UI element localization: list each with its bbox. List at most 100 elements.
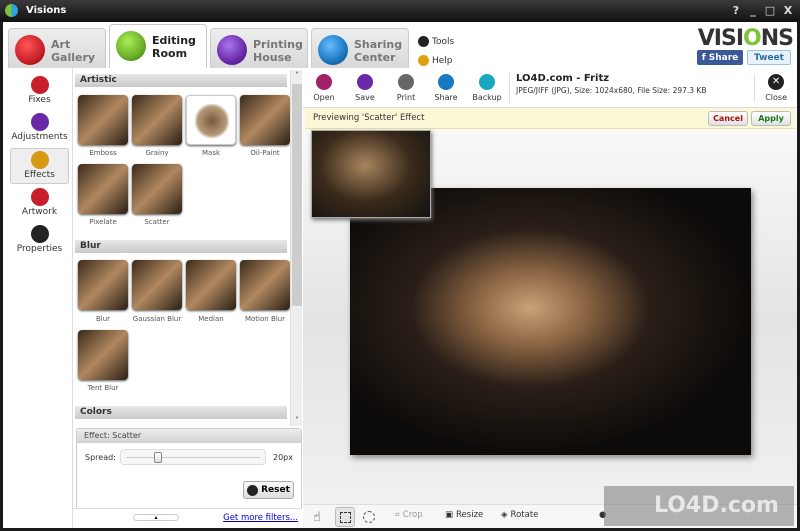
tab-printing-house[interactable]: Printing House [210, 28, 308, 68]
rotate-button[interactable]: ◈ Rotate [501, 510, 538, 520]
filter-label: Gaussian Blur [132, 315, 182, 323]
editor-toolbar: Open Save Print Share Backup LO4D.com - … [303, 68, 797, 108]
filter-median[interactable] [186, 260, 236, 310]
window-title: Visions [26, 5, 67, 16]
tab-art-gallery[interactable]: Art Gallery [8, 28, 106, 68]
filter-label: Pixelate [89, 218, 117, 226]
save-button[interactable]: Save [347, 74, 383, 102]
tab-label: Sharing [354, 38, 403, 51]
section-artistic[interactable]: Artistic [75, 74, 287, 87]
visions-logo: VISIONS [697, 26, 794, 51]
filter-emboss[interactable] [78, 95, 128, 145]
backup-button[interactable]: Backup [469, 74, 505, 102]
fixes-icon [30, 76, 49, 94]
tools-icon [418, 36, 429, 47]
tab-label: Room [152, 47, 188, 60]
rect-select-icon [340, 512, 351, 523]
close-window-button[interactable]: X [781, 4, 795, 17]
file-name: LO4D.com - Fritz [516, 73, 610, 84]
filter-mask[interactable] [186, 95, 236, 145]
effect-settings-panel: Effect: Scatter Spread: 20px Reset [76, 428, 302, 512]
hand-tool-icon[interactable]: ☝ [313, 510, 321, 525]
filter-gaussian-blur[interactable] [132, 260, 182, 310]
help-icon [418, 55, 429, 66]
share-button[interactable]: Share [428, 74, 464, 102]
filter-tent-blur[interactable] [78, 330, 128, 380]
ellipse-select-tool[interactable] [363, 511, 375, 523]
app-window: Visions ? _ □ X Art Gallery Editing Room P… [0, 0, 800, 531]
sidebar-item-effects[interactable]: Effects [10, 148, 69, 184]
gallery-icon [15, 35, 45, 65]
apply-button[interactable]: Apply [751, 111, 791, 126]
filter-label: Motion Blur [244, 315, 286, 323]
save-icon [357, 74, 373, 90]
sidebar-item-properties[interactable]: Properties [10, 223, 69, 259]
editor-area: Open Save Print Share Backup LO4D.com - … [303, 68, 797, 528]
filter-scatter[interactable] [132, 164, 182, 214]
spread-slider[interactable] [120, 449, 266, 465]
facebook-share-button[interactable]: f Share [697, 50, 743, 65]
navigator-thumbnail[interactable] [311, 130, 431, 218]
scroll-down-icon[interactable]: ˅ [291, 416, 303, 425]
filter-label: Mask [201, 149, 221, 157]
effect-title: Effect: Scatter [77, 429, 301, 443]
print-icon [398, 74, 414, 90]
open-icon [316, 74, 332, 90]
print-button[interactable]: Print [388, 74, 424, 102]
rect-select-tool[interactable] [335, 507, 355, 527]
filter-grainy[interactable] [132, 95, 182, 145]
filter-label: Grainy [145, 149, 169, 157]
filter-motion-blur[interactable] [240, 260, 290, 310]
section-colors[interactable]: Colors [75, 406, 287, 419]
maximize-button[interactable]: □ [763, 4, 777, 17]
scroll-up-icon[interactable]: ˄ [291, 71, 303, 80]
tab-label: Art [51, 38, 71, 51]
file-info: LO4D.com - Fritz JPEG/JIFF (JPG), Size: … [509, 73, 707, 103]
get-more-filters-link[interactable]: Get more filters... [223, 513, 298, 523]
resize-button[interactable]: ▣ Resize [445, 510, 483, 520]
properties-icon [30, 225, 49, 243]
image-canvas[interactable] [350, 188, 751, 455]
filter-label: Blur [95, 315, 111, 323]
reset-button[interactable]: Reset [243, 481, 294, 499]
filter-label: Tent Blur [87, 384, 119, 392]
sidebar-item-adjustments[interactable]: Adjustments [10, 111, 69, 147]
filter-blur[interactable] [78, 260, 128, 310]
slider-knob[interactable] [153, 452, 162, 463]
spread-value: 20px [273, 453, 293, 462]
scrollbar-thumb[interactable] [292, 84, 302, 306]
filter-label: Median [198, 315, 224, 323]
close-image-button[interactable]: ✕ Close [754, 74, 787, 102]
filter-pixelate[interactable] [78, 164, 128, 214]
tab-label: Printing [253, 38, 303, 51]
tweet-button[interactable]: Tweet [747, 50, 791, 65]
tab-label: House [253, 51, 292, 64]
backup-icon [479, 74, 495, 90]
filter-oil-paint[interactable] [240, 95, 290, 145]
share-arrows-icon [318, 35, 348, 65]
tools-label: Tools [432, 36, 455, 47]
tools-link[interactable]: Tools [418, 32, 454, 51]
sidebar-item-fixes[interactable]: Fixes [10, 74, 69, 110]
crop-button[interactable]: ⌗ Crop [395, 510, 423, 520]
filter-footer: ▴ Get more filters... [73, 508, 302, 528]
crop-icon: ⌗ [395, 510, 400, 520]
minimize-button[interactable]: _ [746, 4, 760, 17]
share-icon [438, 74, 454, 90]
preview-bar: Previewing 'Scatter' Effect Cancel Apply [305, 108, 795, 129]
filter-scrollbar[interactable]: ˄ ˅ [290, 70, 302, 426]
watermark: LO4D.com [604, 486, 794, 526]
tab-sharing-center[interactable]: Sharing Center [311, 28, 409, 68]
effects-icon [30, 151, 49, 169]
cancel-button[interactable]: Cancel [708, 111, 748, 126]
help-window-button[interactable]: ? [729, 4, 743, 17]
artwork-icon [30, 188, 49, 206]
sidebar-item-artwork[interactable]: Artwork [10, 186, 69, 222]
panel-grip[interactable]: ▴ [133, 514, 179, 521]
tab-editing-room[interactable]: Editing Room [109, 24, 207, 69]
open-button[interactable]: Open [306, 74, 342, 102]
reset-icon [247, 484, 259, 496]
preview-text: Previewing 'Scatter' Effect [313, 113, 425, 123]
section-blur[interactable]: Blur [75, 240, 287, 253]
file-details: JPEG/JIFF (JPG), Size: 1024x680, File Si… [516, 86, 707, 95]
